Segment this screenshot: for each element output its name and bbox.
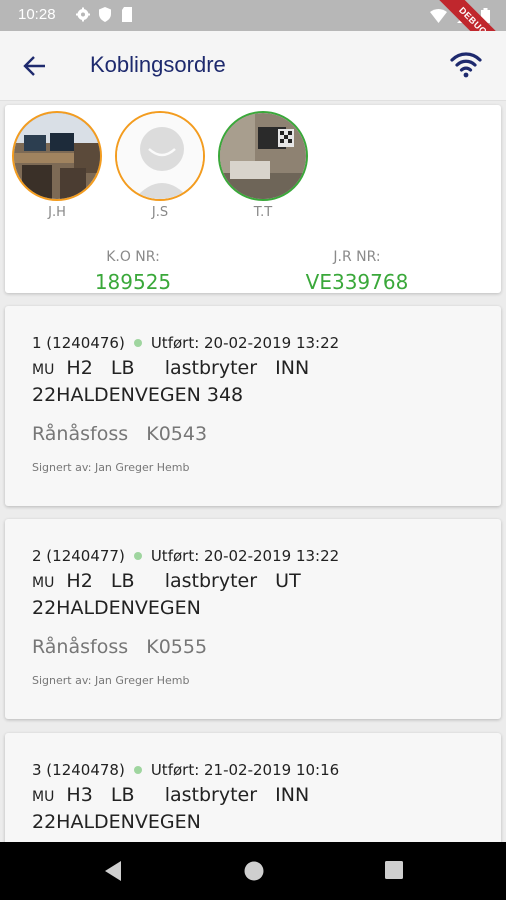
avatar-jh[interactable] <box>12 111 102 201</box>
wifi-signal-icon <box>430 8 447 27</box>
back-triangle-icon[interactable] <box>103 860 123 886</box>
sim-card-icon <box>120 7 134 22</box>
order-id: 2 (1240477) <box>32 547 125 565</box>
status-bar: 10:28 DEBUG <box>0 0 506 74</box>
system-nav-bar <box>0 842 506 900</box>
jr-value: VE339768 <box>305 270 409 294</box>
order-signed: Signert av: Jan Greger Hemb <box>32 461 190 474</box>
order-mu: MU <box>32 575 55 591</box>
ko-value: 189525 <box>94 270 172 294</box>
order-status: Utført: 20-02-2019 13:22 <box>150 547 340 565</box>
status-dot-icon <box>133 766 142 774</box>
gear-icon <box>76 7 90 22</box>
avatar-label: J.H <box>48 205 66 220</box>
status-dot-icon <box>133 339 142 347</box>
order-card[interactable]: 1 (1240476) Utført: 20-02-2019 13:22 MU H… <box>5 306 501 506</box>
home-circle-icon[interactable] <box>243 860 265 886</box>
order-detail: H3 LB lastbryter INN <box>54 784 310 806</box>
shield-icon <box>98 7 112 22</box>
order-location: Rånåsfoss K0543 <box>32 423 208 445</box>
order-location: Rånåsfoss K0555 <box>32 636 208 658</box>
back-arrow-icon[interactable] <box>22 53 48 79</box>
order-detail: H2 LB lastbryter UT <box>54 570 301 592</box>
order-address: 22HALDENVEGEN <box>32 597 201 619</box>
avatar-label: T.T <box>253 205 273 220</box>
order-address: 22HALDENVEGEN 348 <box>32 384 244 406</box>
jr-label: J.R NR: <box>333 249 381 265</box>
content-area[interactable]: J.H J.S T.T K.O NR: 189525 J.R NR: VE339… <box>0 101 506 842</box>
order-detail: H2 LB lastbryter INN <box>54 357 310 379</box>
app-bar: Koblingsordre <box>0 31 506 101</box>
order-card[interactable]: 2 (1240477) Utført: 20-02-2019 13:22 MU H… <box>5 519 501 719</box>
avatar-js[interactable] <box>115 111 205 201</box>
order-mu: MU <box>32 789 55 805</box>
recents-square-icon[interactable] <box>384 860 404 884</box>
status-time: 10:28 <box>18 6 56 23</box>
order-status: Utført: 20-02-2019 13:22 <box>150 334 340 352</box>
avatar-tt[interactable] <box>218 111 308 201</box>
order-header-card: J.H J.S T.T K.O NR: 189525 J.R NR: VE339… <box>5 105 501 294</box>
status-dot-icon <box>133 552 142 560</box>
ko-label: K.O NR: <box>106 249 160 265</box>
order-card[interactable]: 3 (1240478) Utført: 21-02-2019 10:16 MU H… <box>5 733 501 842</box>
order-id: 3 (1240478) <box>32 761 125 779</box>
order-mu: MU <box>32 362 55 378</box>
order-id: 1 (1240476) <box>32 334 125 352</box>
avatar-label: J.S <box>151 205 169 220</box>
page-title: Koblingsordre <box>90 52 226 77</box>
wifi-icon[interactable] <box>450 51 482 79</box>
order-address: 22HALDENVEGEN <box>32 811 201 833</box>
order-status: Utført: 21-02-2019 10:16 <box>150 761 340 779</box>
order-signed: Signert av: Jan Greger Hemb <box>32 674 190 687</box>
